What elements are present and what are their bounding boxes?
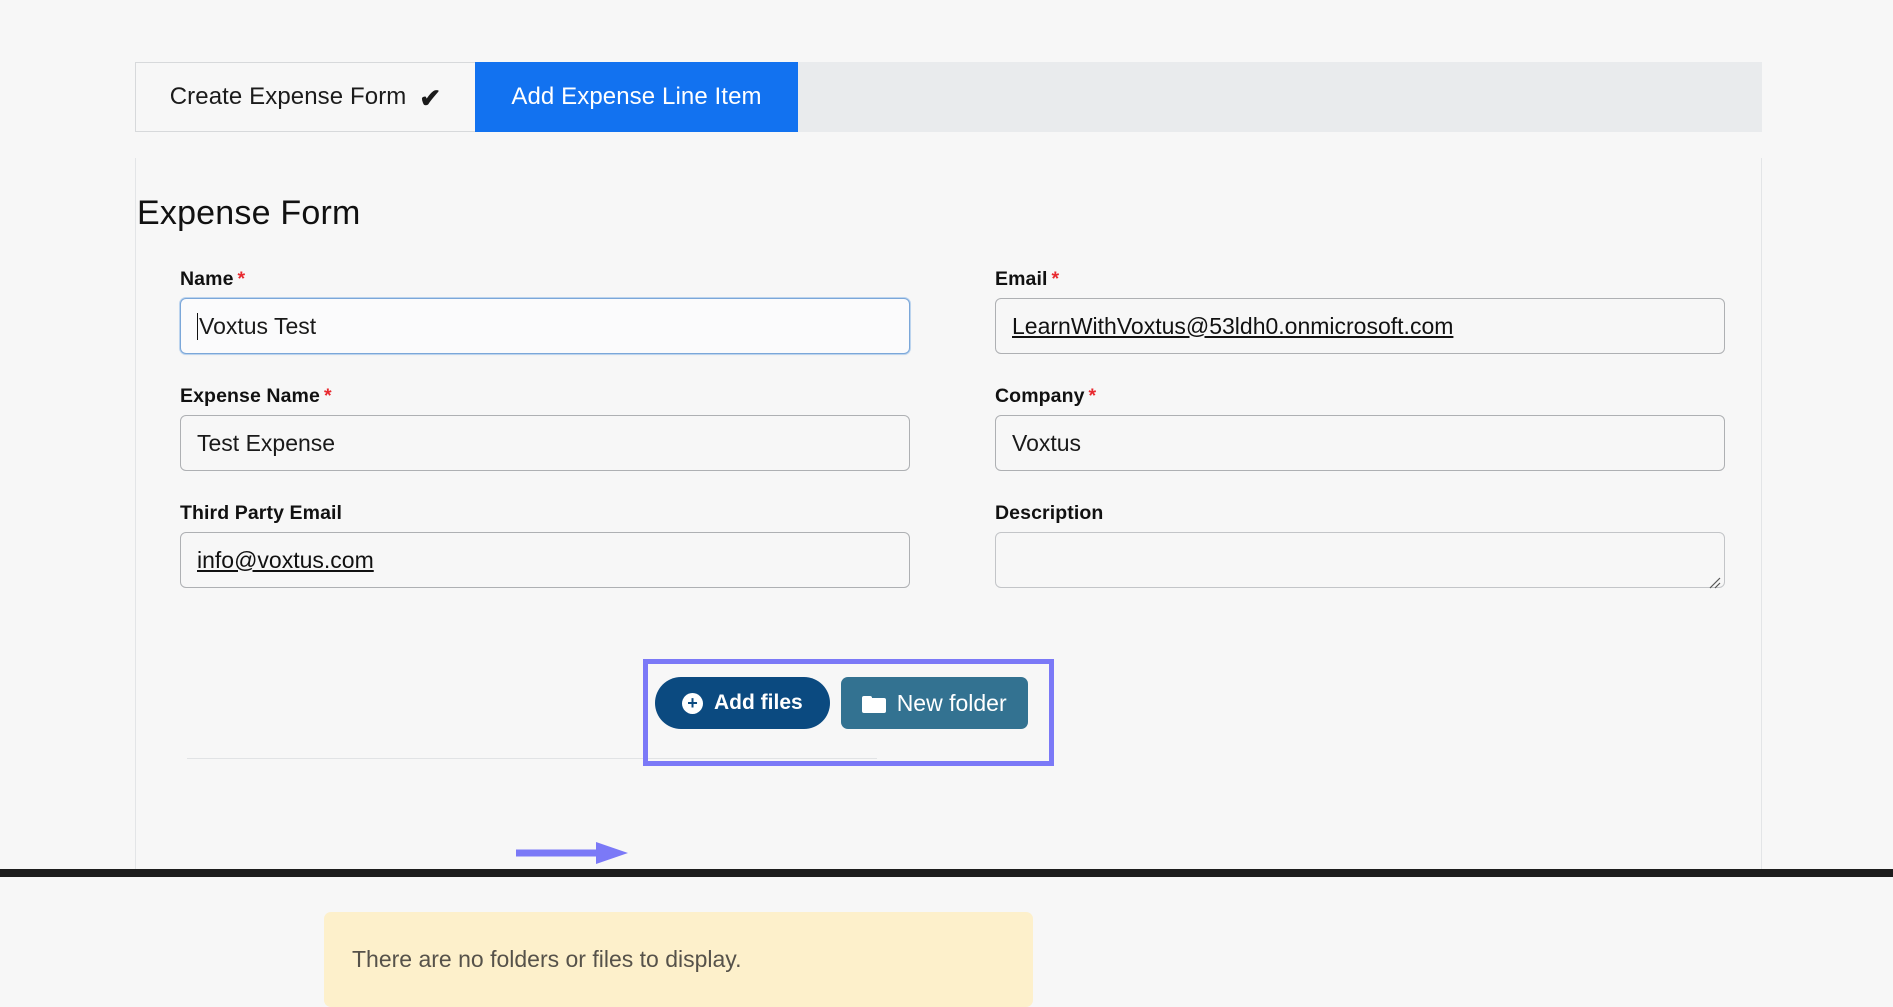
field-expense-name: Expense Name * Test Expense [180,385,910,471]
add-files-label: Add files [714,691,803,714]
name-input-value: Voxtus Test [199,312,317,339]
new-folder-label: New folder [896,689,1007,716]
expense-name-input[interactable]: Test Expense [180,415,910,471]
required-marker: * [323,385,332,407]
field-third-party-email: Third Party Email info@voxtus.com [180,502,910,593]
field-company-label: Company * [995,385,1097,407]
form-row: Third Party Email info@voxtus.com Descri… [180,502,1725,593]
field-description: Description [995,502,1725,593]
page-title: Expense Form [137,194,361,232]
folder-icon [861,694,886,713]
third-party-email-input[interactable]: info@voxtus.com [180,532,910,588]
page-root: Create Expense Form ✔ Add Expense Line I… [0,0,1893,1007]
form-row: Name * Voxtus Test Email * LearnWithVoxtus… [180,268,1725,354]
window-bottom-bar [0,869,1893,877]
add-files-button[interactable]: + Add files [655,677,830,729]
required-marker: * [1051,268,1060,290]
field-name-label: Name * [180,268,246,290]
third-party-email-input-value: info@voxtus.com [197,546,374,573]
tab-add-expense-line-item-label: Add Expense Line Item [511,83,762,110]
company-input-value: Voxtus [1012,429,1082,456]
field-expense-name-label: Expense Name * [180,385,332,407]
field-third-party-email-label: Third Party Email [180,502,343,524]
form-panel: Expense Form Name* Voxtus Test Email* [135,158,1762,1007]
plus-circle-icon: + [682,692,703,714]
email-input[interactable]: LearnWithVoxtus@53ldh0.onmicrosoft.com [995,298,1725,354]
tab-add-expense-line-item[interactable]: Add Expense Line Item [475,62,798,132]
required-marker: * [237,268,246,290]
field-company: Company * Voxtus [995,385,1725,471]
new-folder-button[interactable]: New folder [840,677,1028,729]
required-marker: * [1088,385,1097,407]
attachments-toolbar-zone: + Add files New folder [180,654,1725,774]
field-name: Name * Voxtus Test [180,268,910,354]
description-textarea[interactable] [995,532,1725,588]
annotation-arrow-icon [516,842,628,864]
tab-create-expense-form[interactable]: Create Expense Form ✔ [135,62,475,132]
form-row: Expense Name * Test Expense Company * Voxt… [180,385,1725,471]
field-email: Email * LearnWithVoxtus@53ldh0.onmicrosof… [995,268,1725,354]
wizard-tabstrip: Create Expense Form ✔ Add Expense Line I… [135,62,1762,132]
attachments-button-row: + Add files New folder [655,677,1028,729]
email-input-value: LearnWithVoxtus@53ldh0.onmicrosoft.com [1012,312,1454,339]
tab-create-expense-form-label: Create Expense Form [169,83,407,110]
field-email-label: Email * [995,268,1060,290]
empty-files-notice-text: There are no folders or files to display… [352,946,742,972]
description-wrapper [995,532,1725,593]
field-description-label: Description [995,502,1104,524]
expense-name-input-value: Test Expense [197,429,336,456]
text-caret [197,312,198,340]
company-input[interactable]: Voxtus [995,415,1725,471]
name-input[interactable]: Voxtus Test [180,298,910,354]
check-icon: ✔ [419,83,442,113]
empty-files-notice: There are no folders or files to display… [324,912,1033,1007]
form-fields-grid: Name * Voxtus Test Email * LearnWithVoxtus… [180,268,1725,624]
